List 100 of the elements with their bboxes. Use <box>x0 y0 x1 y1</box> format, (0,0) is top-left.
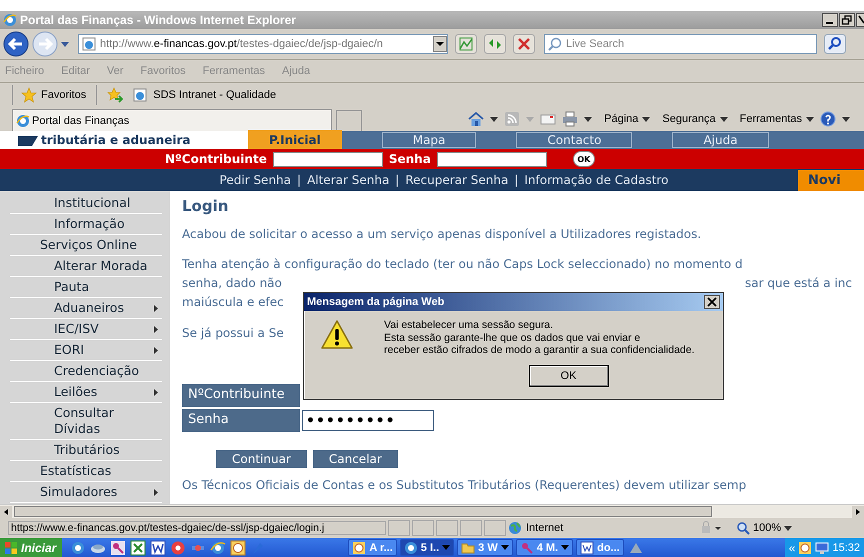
start-button[interactable]: Iniciar <box>0 538 62 557</box>
favorite-link[interactable]: SDS Intranet - Qualidade <box>133 88 276 102</box>
stop-icon[interactable] <box>513 34 535 54</box>
warning-icon <box>320 319 354 351</box>
browser-icon <box>3 13 17 27</box>
ok-button[interactable]: OK <box>572 151 595 167</box>
dialog-title: Mensagem da página Web <box>307 296 444 308</box>
notice-text: sar que está a inc <box>745 275 852 292</box>
browser-icon[interactable] <box>70 540 86 556</box>
key-icon[interactable] <box>110 540 126 556</box>
caret-icon[interactable] <box>842 116 850 122</box>
clock-icon[interactable] <box>798 540 812 554</box>
password-field[interactable]: ••••••••• <box>302 410 434 431</box>
notice-text: senha, dado não <box>182 275 282 292</box>
nav-tab[interactable]: P.Inicial <box>248 130 342 150</box>
page-title: Login <box>182 197 230 215</box>
caret-icon[interactable] <box>584 116 592 122</box>
zoom-control[interactable]: 100% <box>736 521 792 535</box>
close-icon[interactable] <box>704 295 720 309</box>
document-icon[interactable] <box>150 540 166 556</box>
disc-icon[interactable] <box>170 540 186 556</box>
minimize-icon[interactable] <box>822 13 838 27</box>
scroll-thumb[interactable] <box>14 506 712 517</box>
address-field[interactable]: http://www.e-financas.gov.pt/testes-dgaiec/de/jsp-dgaiec/n <box>78 34 448 54</box>
globe-icon <box>508 521 522 535</box>
sidebar-item[interactable]: Pauta <box>54 279 162 295</box>
input-field[interactable] <box>436 152 547 166</box>
magnifier-icon <box>736 521 750 535</box>
input-field[interactable] <box>272 152 383 166</box>
command-menu[interactable]: Ferramentas <box>740 113 814 125</box>
caret-icon <box>806 116 814 122</box>
form-button[interactable]: Cancelar <box>312 450 398 468</box>
sidebar-item[interactable]: Informação <box>54 216 162 232</box>
sidebar-item[interactable]: IEC/ISV <box>54 321 154 337</box>
home-icon[interactable] <box>468 111 484 127</box>
nav-link[interactable]: Informação de Cadastro <box>524 173 668 187</box>
status-pane <box>484 520 506 536</box>
horizontal-scrollbar[interactable] <box>0 504 864 518</box>
sidebar-item[interactable]: Estatísticas <box>40 463 162 479</box>
sidebar-item[interactable]: Serviços Online <box>40 237 162 253</box>
refresh-icon[interactable] <box>484 34 506 54</box>
nav-tab[interactable]: Mapa <box>382 132 476 148</box>
intro-text: Acabou de solicitar o acesso a um serviço apenas disponível a Utilizadores registados. <box>182 227 702 241</box>
page-icon <box>133 88 148 102</box>
star-icon <box>21 87 37 103</box>
printer-icon[interactable] <box>562 111 578 127</box>
notice-text: maiúscula e efec <box>182 294 284 311</box>
status-pane <box>388 520 410 536</box>
nav-link[interactable]: Recuperar Senha <box>405 173 508 187</box>
ok-button[interactable]: OK <box>528 364 608 386</box>
logo-text: tributária e aduaneira <box>41 133 190 147</box>
caret-icon[interactable] <box>490 116 498 122</box>
status-pane <box>460 520 482 536</box>
form-label: Senha <box>182 409 300 432</box>
search-field[interactable]: Live Search <box>544 34 817 54</box>
favorites-button[interactable]: Favoritos <box>12 85 98 105</box>
scroll-left-icon[interactable] <box>0 506 12 518</box>
note-text: Os Técnicos Oficiais de Contas e os Substitutos Tributários (Requerentes) devem utilizar semp <box>182 478 746 492</box>
compatibility-icon[interactable] <box>455 34 477 54</box>
clock-icon[interactable] <box>230 540 246 556</box>
sidebar-item[interactable]: Alterar Morada <box>54 258 162 274</box>
sidebar-item[interactable]: Aduaneiros <box>54 300 154 316</box>
account-text: Se já possui a Se <box>182 326 284 340</box>
browser-tab[interactable]: Portal das Finanças <box>12 109 332 131</box>
back-icon[interactable] <box>3 31 29 57</box>
spreadsheet-icon[interactable] <box>130 540 146 556</box>
taskbar-button[interactable]: 5 I.. <box>400 539 454 556</box>
clock-icon <box>352 540 366 554</box>
browser-icon <box>404 540 418 554</box>
command-menu[interactable]: Segurança <box>662 113 728 125</box>
help-icon[interactable] <box>820 111 836 127</box>
nav-tab[interactable]: Ajuda <box>672 132 769 148</box>
dropdown-icon[interactable] <box>433 36 447 52</box>
caret-icon[interactable] <box>61 42 69 46</box>
browser-icon[interactable] <box>210 540 226 556</box>
flag-icon <box>4 540 18 554</box>
sidebar-item[interactable]: Consultar Dívidas <box>54 405 162 437</box>
clock-text: 15:32 <box>832 542 860 554</box>
news-tab[interactable]: Novi <box>798 170 864 190</box>
security-zone: Internet <box>508 521 698 535</box>
sidebar-item[interactable]: Simuladores <box>40 484 154 500</box>
folder-icon <box>461 540 476 554</box>
sidebar-item[interactable]: Leilões <box>54 384 154 400</box>
sidebar-item[interactable]: Credenciação <box>54 363 162 379</box>
form-button[interactable]: Continuar <box>216 450 307 468</box>
nav-tab[interactable]: Contacto <box>516 132 632 148</box>
protected-mode-icon[interactable] <box>700 521 724 535</box>
close-icon[interactable] <box>856 13 864 27</box>
sidebar-item[interactable]: Tributários <box>54 442 162 458</box>
monitor-icon[interactable] <box>815 540 830 554</box>
separator: | <box>395 173 400 187</box>
scroll-right-icon[interactable] <box>852 506 864 518</box>
command-menu[interactable]: Página <box>604 113 650 125</box>
nav-link[interactable]: Pedir Senha <box>220 173 292 187</box>
sidebar-item[interactable]: EORI <box>54 342 154 358</box>
search-icon[interactable] <box>824 34 846 54</box>
caret-icon <box>642 116 650 122</box>
nav-link[interactable]: Alterar Senha <box>307 173 390 187</box>
sidebar-item[interactable]: Institucional <box>54 195 162 211</box>
logo-icon <box>18 134 38 146</box>
